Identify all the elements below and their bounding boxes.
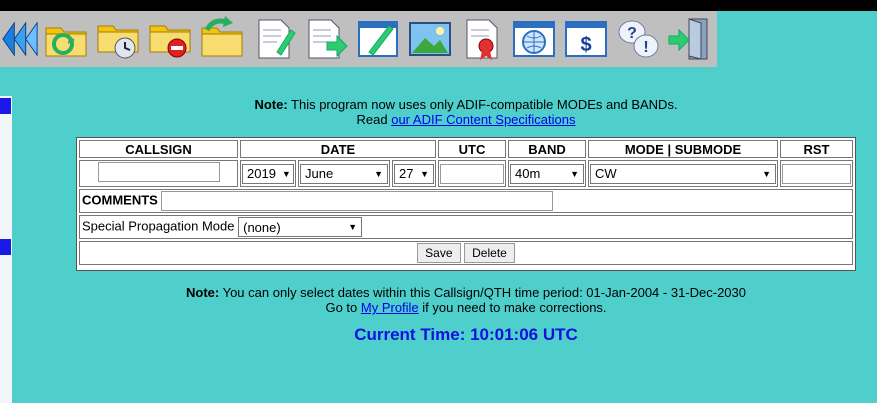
dollar-icon[interactable]: $ — [560, 13, 612, 65]
back-arrow-icon[interactable] — [0, 13, 40, 65]
header-date: DATE — [240, 140, 436, 158]
header-utc: UTC — [438, 140, 506, 158]
note-text: You can only select dates within this Ca… — [219, 285, 746, 300]
svg-text:!: ! — [643, 39, 648, 56]
svg-text:$: $ — [580, 34, 591, 56]
month-select[interactable]: June ▼ — [300, 163, 388, 184]
exit-door-icon[interactable] — [664, 13, 716, 65]
dropdown-arrow-icon: ▼ — [570, 168, 579, 179]
folder-delete-icon[interactable] — [144, 13, 196, 65]
current-time: Current Time: 10:01:06 UTC — [354, 325, 578, 344]
folder-recycle-icon[interactable] — [196, 13, 248, 65]
adif-notice: Note: This program now uses only ADIF-co… — [0, 97, 877, 127]
toolbar: $ ?! — [0, 11, 717, 67]
qso-entry-form: CALLSIGN DATE UTC BAND MODE | SUBMODE RS… — [76, 137, 856, 271]
mode-select[interactable]: CW ▼ — [590, 163, 776, 184]
header-rst: RST — [780, 140, 853, 158]
landscape-image-icon[interactable] — [404, 13, 456, 65]
folder-refresh-icon[interactable] — [40, 13, 92, 65]
header-callsign: CALLSIGN — [79, 140, 238, 158]
delete-button[interactable]: Delete — [464, 243, 515, 263]
left-strip — [0, 96, 12, 403]
corrections-text: if you need to make corrections. — [418, 300, 607, 315]
month-value: June — [305, 166, 334, 181]
globe-icon[interactable] — [508, 13, 560, 65]
dropdown-arrow-icon: ▼ — [348, 222, 358, 232]
mode-value: CW — [595, 166, 617, 181]
read-text: Read — [356, 112, 392, 127]
folder-clock-icon[interactable] — [92, 13, 144, 65]
top-bar — [0, 0, 877, 11]
band-select[interactable]: 40m ▼ — [510, 163, 584, 184]
goto-text: Go to — [325, 300, 361, 315]
date-range-notice: Note: You can only select dates within t… — [0, 285, 877, 315]
note-label: Note: — [254, 97, 288, 112]
my-profile-link[interactable]: My Profile — [361, 300, 419, 315]
callsign-input[interactable] — [97, 162, 220, 182]
adif-spec-link[interactable]: our ADIF Content Specifications — [391, 112, 575, 127]
year-value: 2019 — [247, 166, 276, 181]
pencil-note-icon[interactable] — [352, 13, 404, 65]
band-value: 40m — [515, 166, 541, 181]
svg-text:?: ? — [627, 25, 637, 42]
header-mode: MODE | SUBMODE — [588, 140, 778, 158]
dropdown-arrow-icon: ▼ — [762, 168, 771, 179]
note-text: This program now uses only ADIF-compatib… — [287, 97, 678, 112]
header-band: BAND — [508, 140, 586, 158]
utc-input[interactable] — [440, 163, 504, 184]
document-edit-icon[interactable] — [248, 13, 300, 65]
propagation-select[interactable]: (none) ▼ — [238, 217, 363, 237]
document-export-icon[interactable] — [300, 13, 352, 65]
propagation-value: (none) — [243, 219, 281, 235]
day-value: 27 — [399, 166, 414, 181]
dropdown-arrow-icon: ▼ — [374, 168, 383, 179]
save-button[interactable]: Save — [417, 243, 461, 263]
comments-input[interactable] — [161, 191, 554, 211]
dropdown-arrow-icon: ▼ — [420, 168, 429, 179]
note-label: Note: — [186, 285, 220, 300]
certificate-icon[interactable] — [456, 13, 508, 65]
year-select[interactable]: 2019 ▼ — [242, 163, 294, 184]
dropdown-arrow-icon: ▼ — [281, 168, 291, 179]
marker-square — [0, 239, 11, 255]
day-select[interactable]: 27 ▼ — [394, 163, 434, 184]
form-table: CALLSIGN DATE UTC BAND MODE | SUBMODE RS… — [77, 138, 855, 267]
comments-label: COMMENTS — [82, 192, 158, 208]
help-icon[interactable]: ?! — [612, 13, 664, 65]
rst-input[interactable] — [782, 163, 851, 184]
propagation-label: Special Propagation Mode — [82, 218, 235, 234]
